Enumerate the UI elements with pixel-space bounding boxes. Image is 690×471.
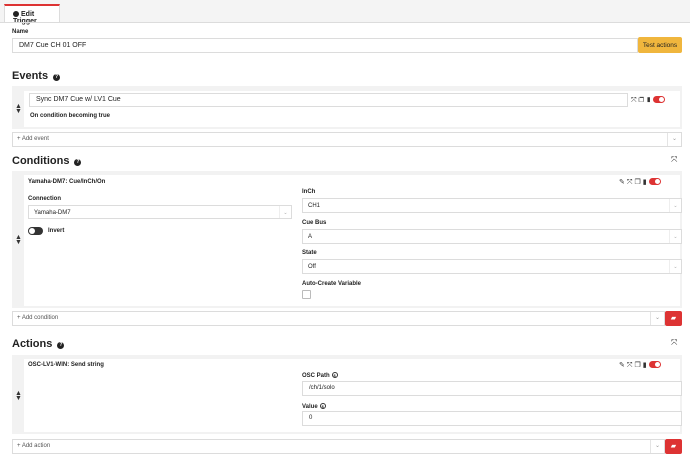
collapse-all-icon[interactable]: ⤧ [671, 338, 677, 348]
invert-label: Invert [48, 228, 65, 234]
add-event-select[interactable]: + Add event ⌄ [12, 132, 682, 147]
events-heading: Events? [12, 70, 61, 82]
edit-icon[interactable]: ✎ [619, 362, 627, 369]
folder-icon[interactable]: ▰ [665, 439, 682, 454]
tab-edit-trigger[interactable]: Edit Trigger [4, 4, 60, 25]
connection-value: Yamaha-DM7 [34, 210, 71, 216]
action-icons: ✎⤧❐▮ [619, 361, 661, 370]
actions-heading: Actions? [12, 338, 65, 350]
action-title: OSC-LV1-WIN: Send string [28, 362, 104, 368]
state-value: Off [308, 264, 316, 270]
add-action-placeholder: + Add action [17, 443, 51, 449]
drag-handle-icon[interactable]: ▲ ▼ [15, 390, 22, 402]
duplicate-icon[interactable]: ❐ [634, 179, 642, 186]
conditions-heading: Conditions? [12, 155, 82, 167]
event-input[interactable]: Sync DM7 Cue w/ LV1 Cue [29, 93, 628, 107]
drag-handle-icon[interactable]: ▲ ▼ [15, 103, 22, 115]
duplicate-icon[interactable]: ❐ [634, 362, 642, 369]
add-action-select[interactable]: + Add action ⌄ [12, 439, 665, 454]
variable-icon: $ [331, 372, 338, 378]
connection-label: Connection [28, 196, 61, 202]
add-condition-select[interactable]: + Add condition ⌄ [12, 311, 665, 326]
tab-bar: Edit Trigger [0, 0, 690, 25]
chevron-down-icon: ⌄ [669, 199, 681, 212]
state-label: State [302, 250, 317, 256]
toggle-icon[interactable] [648, 178, 661, 185]
trash-icon[interactable]: ▮ [643, 362, 649, 369]
add-condition-placeholder: + Add condition [17, 315, 59, 321]
condition-title: Yamaha-DM7: Cue/InCh/On [28, 179, 106, 185]
add-event-placeholder: + Add event [17, 136, 49, 142]
value-label: Value $ [302, 403, 326, 410]
expand-icon[interactable]: ⤧ [631, 97, 639, 104]
duplicate-icon[interactable]: ❐ [639, 97, 646, 104]
help-icon[interactable]: ? [74, 159, 82, 166]
chevron-down-icon: ⌄ [669, 230, 681, 243]
toggle-icon[interactable] [648, 361, 661, 368]
condition-icons: ✎⤧❐▮ [619, 178, 661, 187]
toggle-icon[interactable] [653, 96, 666, 103]
state-select[interactable]: Off ⌄ [302, 259, 682, 274]
chevron-down-icon[interactable]: ⌄ [650, 312, 664, 325]
chevron-down-icon: ⌄ [669, 260, 681, 273]
name-label: Name [12, 29, 29, 35]
info-icon [13, 11, 19, 17]
autocreate-checkbox[interactable] [302, 290, 311, 299]
cuebus-label: Cue Bus [302, 220, 327, 226]
trash-icon[interactable]: ▮ [643, 179, 649, 186]
event-icons: ⤧❐▮ [631, 96, 666, 105]
event-condition-text: On condition becoming true [30, 113, 110, 119]
cuebus-select[interactable]: A ⌄ [302, 229, 682, 244]
inch-label: InCh [302, 189, 316, 195]
chevron-down-icon[interactable]: ⌄ [650, 440, 664, 453]
osc-path-input[interactable]: /ch/1/solo [302, 381, 682, 396]
chevron-down-icon[interactable]: ⌄ [667, 133, 681, 146]
value-input[interactable]: 0 [302, 411, 682, 426]
inch-value: CH1 [308, 203, 321, 209]
name-input[interactable]: DM7 Cue CH 01 OFF [12, 38, 638, 53]
help-icon[interactable]: ? [53, 74, 61, 81]
cuebus-value: A [308, 234, 313, 240]
collapse-all-icon[interactable]: ⤧ [671, 155, 677, 165]
variable-icon: $ [319, 403, 326, 409]
inch-select[interactable]: CH1 ⌄ [302, 198, 682, 213]
chevron-down-icon: ⌄ [279, 206, 291, 218]
trash-icon[interactable]: ▮ [646, 97, 653, 104]
autocreate-label: Auto-Create Variable [302, 281, 362, 287]
invert-toggle[interactable] [28, 227, 43, 235]
folder-icon[interactable]: ▰ [665, 311, 682, 326]
tab-divider [0, 22, 690, 23]
edit-icon[interactable]: ✎ [619, 179, 627, 186]
osc-path-label: OSC Path $ [302, 372, 338, 379]
help-icon[interactable]: ? [57, 342, 65, 349]
connection-select[interactable]: Yamaha-DM7 ⌄ [28, 205, 292, 219]
test-actions-button[interactable]: Test actions [638, 37, 682, 53]
drag-handle-icon[interactable]: ▲ ▼ [15, 234, 22, 246]
